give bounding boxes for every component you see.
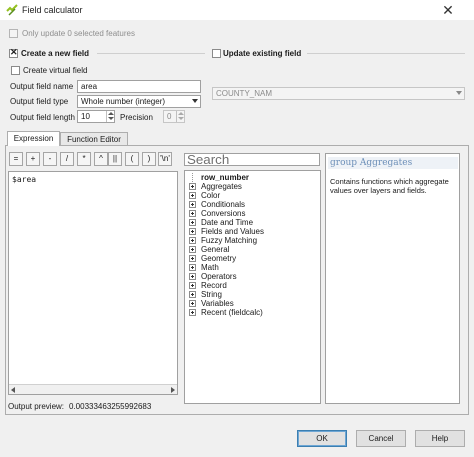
expand-plus-icon[interactable] [189,264,196,271]
output-field-type-label: Output field type [10,97,69,106]
spinner-arrows-icon[interactable] [106,111,114,122]
function-group-label: General [201,245,230,254]
output-field-type-value: Whole number (integer) [81,97,166,106]
expand-plus-icon[interactable] [189,282,196,289]
function-help-panel: group Aggregates Contains functions whic… [325,153,460,404]
operator-divide-button[interactable]: / [60,152,74,166]
output-field-length-value: 10 [81,112,90,121]
expand-plus-icon[interactable] [189,237,196,244]
create-virtual-field-label: Create virtual field [23,66,88,75]
create-new-field-label: Create a new field [21,49,90,58]
expand-plus-icon[interactable] [189,255,196,262]
function-group-label: Aggregates [201,182,242,191]
ok-button[interactable]: OK [297,430,347,447]
create-new-field-checkbox[interactable] [9,47,18,58]
operator-plus-button[interactable]: + [26,152,40,166]
operator-power-button[interactable]: ^ [94,152,108,166]
precision-value: 0 [167,112,172,121]
existing-field-value: COUNTY_NAM [216,89,273,98]
operator-concat-button[interactable]: || [108,152,122,166]
horizontal-scrollbar[interactable] [9,384,177,394]
update-existing-field-checkbox[interactable] [212,49,221,58]
operator-close-paren-button[interactable]: ) [142,152,156,166]
expand-plus-icon[interactable] [189,219,196,226]
update-existing-field-label: Update existing field [223,49,302,58]
operator-newline-button[interactable]: '\n' [158,152,172,166]
expand-plus-icon[interactable] [189,183,196,190]
scroll-right-icon[interactable] [171,387,175,393]
function-group-label: Conversions [201,209,246,218]
output-field-length-spinbox[interactable]: 10 [77,110,115,123]
tab-expression[interactable]: Expression [7,131,60,146]
expression-editor[interactable]: $area [8,171,178,395]
title-bar: Field calculator ✕ [0,0,474,20]
function-group-label: Variables [201,299,234,308]
expand-plus-icon[interactable] [189,309,196,316]
operator-equals-button[interactable]: = [9,152,23,166]
function-group-label: String [201,290,222,299]
close-button[interactable]: ✕ [422,0,474,20]
output-field-type-select[interactable]: Whole number (integer) [77,95,201,108]
create-virtual-field-checkbox[interactable] [11,66,20,75]
expression-text: $area [12,175,37,184]
tree-line [192,173,193,182]
only-update-selected-checkbox[interactable] [9,29,18,38]
expand-plus-icon[interactable] [189,228,196,235]
qgis-logo-icon [6,4,18,16]
expand-plus-icon[interactable] [189,201,196,208]
help-title: group Aggregates [328,157,458,169]
operator-open-paren-button[interactable]: ( [125,152,139,166]
expand-plus-icon[interactable] [189,300,196,307]
operator-minus-button[interactable]: - [43,152,57,166]
cancel-button[interactable]: Cancel [356,430,406,447]
output-field-length-label: Output field length [10,113,75,122]
function-item-label: row_number [201,173,250,182]
existing-field-select[interactable]: COUNTY_NAM [212,87,465,100]
chevron-down-icon [456,91,462,95]
scroll-left-icon[interactable] [11,387,15,393]
chevron-down-icon [192,99,198,103]
window-title: Field calculator [22,5,83,15]
expand-plus-icon[interactable] [189,210,196,217]
function-group-label: Conditionals [201,200,246,209]
output-preview-label: Output preview: [8,402,65,411]
tab-function-editor[interactable]: Function Editor [60,132,128,146]
function-group-label: Color [201,191,221,200]
function-group-label: Math [201,263,219,272]
expand-plus-icon[interactable] [189,246,196,253]
precision-label: Precision [120,113,153,122]
function-group-label: Recent (fieldcalc) [201,308,263,317]
output-field-name-label: Output field name [10,82,74,91]
help-button[interactable]: Help [415,430,465,447]
expand-plus-icon[interactable] [189,291,196,298]
group-divider [97,53,205,54]
precision-spinbox[interactable]: 0 [163,110,185,123]
function-group-label: Operators [201,272,237,281]
output-field-name-input[interactable]: area [77,80,201,93]
function-group-label: Date and Time [201,218,254,227]
help-body: Contains functions which aggregate value… [330,177,449,195]
group-divider [307,53,465,54]
function-group-label: Fuzzy Matching [201,236,258,245]
function-search-input[interactable] [184,153,320,166]
output-preview-value: 0.00333463255992683 [69,402,152,411]
function-group-label: Geometry [201,254,237,263]
only-update-selected-label: Only update 0 selected features [22,29,135,38]
spinner-arrows-icon[interactable] [176,111,184,122]
expand-plus-icon[interactable] [189,273,196,280]
function-group-label: Fields and Values [201,227,264,236]
function-group-label: Record [201,281,227,290]
operator-multiply-button[interactable]: * [77,152,91,166]
function-list[interactable]: row_number Aggregates Color Conditionals… [184,170,321,404]
expand-plus-icon[interactable] [189,192,196,199]
